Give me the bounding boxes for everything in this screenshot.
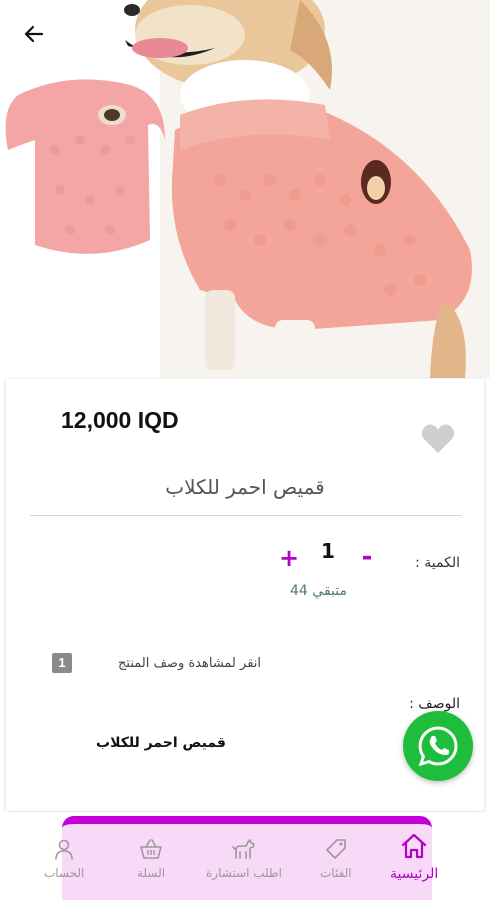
nav-categories[interactable]: الفئات — [320, 838, 352, 880]
whatsapp-button[interactable] — [403, 711, 473, 781]
description-badge: 1 — [52, 653, 72, 673]
quantity-label: الكمية : — [415, 555, 460, 571]
quantity-value: 1 — [321, 539, 335, 563]
product-price: 12,000 IQD — [61, 407, 179, 433]
tag-icon — [326, 839, 346, 859]
basket-icon — [140, 839, 162, 859]
nav-consultation-label: اطلب استشارة — [206, 866, 282, 880]
description-label: الوصف : — [409, 696, 460, 712]
product-image — [0, 0, 490, 378]
bottom-navigation: الرئيسية الفئات اطلب استشارة السلة الحسا… — [0, 812, 490, 900]
nav-account-label: الحساب — [44, 866, 85, 880]
nav-cart[interactable]: السلة — [137, 838, 165, 880]
favorite-button[interactable] — [420, 423, 456, 455]
heart-icon — [421, 424, 455, 453]
nav-home-label: الرئيسية — [390, 866, 439, 882]
nav-home[interactable]: الرئيسية — [390, 832, 438, 882]
quantity-decrease-button[interactable]: - — [356, 544, 378, 573]
user-icon — [55, 839, 74, 860]
arrow-left-icon — [24, 25, 44, 43]
remaining-stock: متبقي 44 — [290, 583, 347, 599]
quantity-increase-button[interactable]: + — [278, 545, 300, 573]
description-text: قميص احمر للكلاب — [96, 735, 226, 751]
description-link-text: انقر لمشاهدة وصف المنتج — [118, 655, 261, 671]
nav-categories-label: الفئات — [320, 866, 352, 880]
view-description-link[interactable]: 1 انقر لمشاهدة وصف المنتج — [52, 653, 261, 673]
back-button[interactable] — [14, 18, 54, 50]
nav-account[interactable]: الحساب — [44, 838, 84, 880]
home-icon — [402, 833, 427, 859]
nav-cart-label: السلة — [137, 866, 166, 880]
product-photo — [5, 0, 490, 378]
whatsapp-icon — [418, 726, 458, 767]
divider — [30, 515, 462, 516]
product-title: قميص احمر للكلاب — [165, 475, 325, 499]
nav-consultation[interactable]: اطلب استشارة — [206, 838, 282, 880]
dog-icon — [232, 839, 255, 859]
